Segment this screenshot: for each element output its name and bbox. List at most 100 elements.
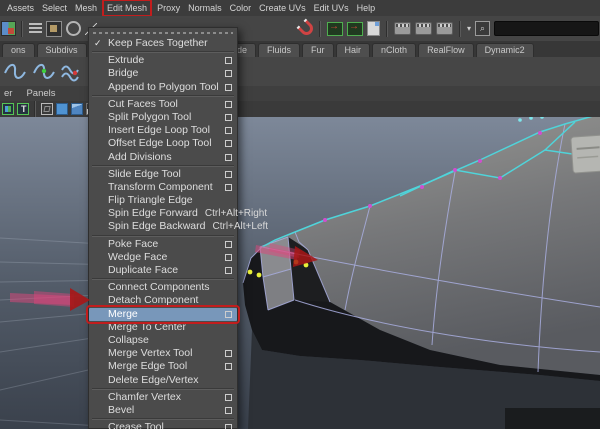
shelf-tab-fur[interactable]: Fur — [302, 43, 334, 57]
menu-item-delete-edge-vertex[interactable]: Delete Edge/Vertex — [89, 374, 237, 387]
edit-mesh-menu: ✓ Keep Faces Together Extrude Bridge Append … — [86, 27, 268, 429]
menu-item-label: Bridge — [108, 67, 139, 80]
menu-item-insert-edge-loop-tool[interactable]: Insert Edge Loop Tool — [89, 124, 237, 137]
menu-item-merge-to-center[interactable]: Merge To Center — [89, 321, 237, 334]
menu-item-label: Append to Polygon Tool — [108, 80, 219, 93]
menu-item-merge-edge-tool[interactable]: Merge Edge Tool — [89, 360, 237, 373]
menu-item-keep-faces-together[interactable]: ✓ Keep Faces Together — [89, 37, 237, 50]
duplicate-page-icon[interactable] — [367, 21, 380, 36]
menu-item-connect-components[interactable]: Connect Components — [89, 281, 237, 294]
menu-item-add-divisions[interactable]: Add Divisions — [89, 151, 237, 164]
option-box-icon[interactable] — [225, 253, 232, 261]
option-box-icon[interactable] — [225, 170, 232, 178]
selected-vertex — [256, 272, 262, 278]
shelf-tab-subdivs[interactable]: Subdivs — [36, 43, 87, 57]
menu-item-split-polygon-tool[interactable]: Split Polygon Tool — [89, 111, 237, 124]
menu-set-grid-icon[interactable] — [1, 21, 16, 36]
text-tool-green-icon[interactable] — [17, 103, 29, 115]
menu-item-collapse[interactable]: Collapse — [89, 334, 237, 347]
option-box-icon[interactable] — [225, 114, 232, 122]
menu-item-spin-edge-backward[interactable]: Spin Edge Backward Ctrl+Alt+Left — [89, 220, 268, 233]
shelf-tab-fluids[interactable]: Fluids — [258, 43, 301, 57]
menubar-item-assets[interactable]: Assets — [3, 1, 38, 15]
field-chevron-icon[interactable]: ▾ — [467, 24, 471, 34]
menu-item-label: Keep Faces Together — [108, 37, 208, 49]
toolbar-divider — [319, 20, 321, 37]
option-box-icon[interactable] — [225, 183, 232, 191]
option-box-icon[interactable] — [225, 393, 232, 401]
menu-item-bridge[interactable]: Bridge — [89, 67, 237, 80]
menubar-item-edit-mesh[interactable]: Edit Mesh — [102, 0, 153, 17]
panel-menu-item-panels[interactable]: Panels — [26, 88, 55, 99]
option-box-icon[interactable] — [225, 350, 232, 358]
ipr-render-icon[interactable] — [415, 22, 432, 35]
shelf-tab-dynamic2[interactable]: Dynamic2 — [475, 43, 534, 57]
menu-tearoff-handle[interactable] — [93, 31, 233, 35]
option-box-icon[interactable] — [225, 100, 232, 108]
menu-item-spin-edge-forward[interactable]: Spin Edge Forward Ctrl+Alt+Right — [89, 207, 267, 220]
menu-separator — [92, 234, 234, 237]
option-box-icon[interactable] — [225, 140, 232, 148]
option-box-icon[interactable] — [225, 310, 232, 318]
option-box-icon[interactable] — [225, 70, 232, 78]
menu-item-duplicate-face[interactable]: Duplicate Face — [89, 264, 237, 277]
menu-item-transform-component[interactable]: Transform Component — [89, 181, 237, 194]
shelf-tab-ncloth[interactable]: nCloth — [372, 43, 417, 57]
menu-item-flip-triangle-edge[interactable]: Flip Triangle Edge — [89, 194, 237, 207]
option-box-icon[interactable] — [225, 424, 232, 429]
shelf-tab-realflow[interactable]: RealFlow — [418, 43, 474, 57]
menu-item-poke-face[interactable]: Poke Face — [89, 238, 237, 251]
menubar-item-create-uvs[interactable]: Create UVs — [255, 1, 310, 15]
wire-cube-icon[interactable] — [41, 103, 53, 115]
option-box-icon[interactable] — [225, 406, 232, 414]
option-box-icon[interactable] — [225, 153, 232, 161]
curve-tool-3-icon[interactable] — [60, 60, 86, 84]
menubar-item-select[interactable]: Select — [38, 1, 71, 15]
option-box-icon[interactable] — [225, 267, 232, 275]
menu-item-label: Extrude — [108, 54, 145, 67]
shaded-cube-icon[interactable] — [71, 103, 83, 115]
option-box-icon[interactable] — [225, 57, 232, 65]
menu-item-append-to-polygon-tool[interactable]: Append to Polygon Tool — [89, 81, 237, 94]
blue-square-icon[interactable] — [56, 103, 68, 115]
option-box-icon[interactable] — [225, 363, 232, 371]
toolbar-divider — [21, 20, 23, 37]
panel-menu-item-er[interactable]: er — [4, 88, 12, 99]
menu-item-offset-edge-loop-tool[interactable]: Offset Edge Loop Tool — [89, 137, 237, 150]
menu-item-merge[interactable]: Merge — [86, 304, 240, 324]
snap-magnet-icon[interactable] — [297, 19, 316, 38]
status-input-field[interactable] — [494, 21, 600, 36]
menu-item-bevel[interactable]: Bevel — [89, 404, 237, 417]
output-connection-icon[interactable] — [347, 21, 363, 36]
input-connection-icon[interactable] — [327, 21, 343, 36]
snap-grid-green-icon[interactable] — [2, 103, 14, 115]
menu-item-merge-vertex-tool[interactable]: Merge Vertex Tool — [89, 347, 237, 360]
menubar-item-mesh[interactable]: Mesh — [71, 1, 101, 15]
render-view-icon[interactable] — [394, 22, 411, 35]
menubar-item-help[interactable]: Help — [353, 1, 380, 15]
menubar-item-color[interactable]: Color — [226, 1, 256, 15]
shelf-tab-ons[interactable]: ons — [2, 43, 35, 57]
menu-item-extrude[interactable]: Extrude — [89, 54, 237, 67]
active-tool-icon[interactable] — [46, 20, 62, 37]
quick-select-icon[interactable]: ⌕ — [475, 21, 491, 36]
menu-item-slide-edge-tool[interactable]: Slide Edge Tool — [89, 168, 237, 181]
menu-item-label: Split Polygon Tool — [108, 110, 192, 123]
menubar-item-normals[interactable]: Normals — [184, 1, 226, 15]
menubar-item-edit-uvs[interactable]: Edit UVs — [310, 1, 353, 15]
option-box-icon[interactable] — [225, 240, 232, 248]
menu-item-detach-component[interactable]: Detach Component — [89, 294, 237, 307]
option-box-icon[interactable] — [225, 83, 232, 91]
history-lines-icon[interactable] — [29, 23, 42, 34]
circle-tool-icon[interactable] — [66, 21, 81, 36]
menu-item-wedge-face[interactable]: Wedge Face — [89, 251, 237, 264]
curve-tool-2-icon[interactable] — [31, 60, 57, 84]
menu-item-chamfer-vertex[interactable]: Chamfer Vertex — [89, 391, 237, 404]
curve-tool-1-icon[interactable] — [2, 60, 28, 84]
menu-item-crease-tool[interactable]: Crease Tool — [89, 421, 237, 429]
menubar-item-proxy[interactable]: Proxy — [153, 1, 184, 15]
render-settings-icon[interactable] — [436, 22, 453, 35]
option-box-icon[interactable] — [225, 127, 232, 135]
menu-item-cut-faces-tool[interactable]: Cut Faces Tool — [89, 98, 237, 111]
shelf-tab-hair[interactable]: Hair — [335, 43, 371, 57]
